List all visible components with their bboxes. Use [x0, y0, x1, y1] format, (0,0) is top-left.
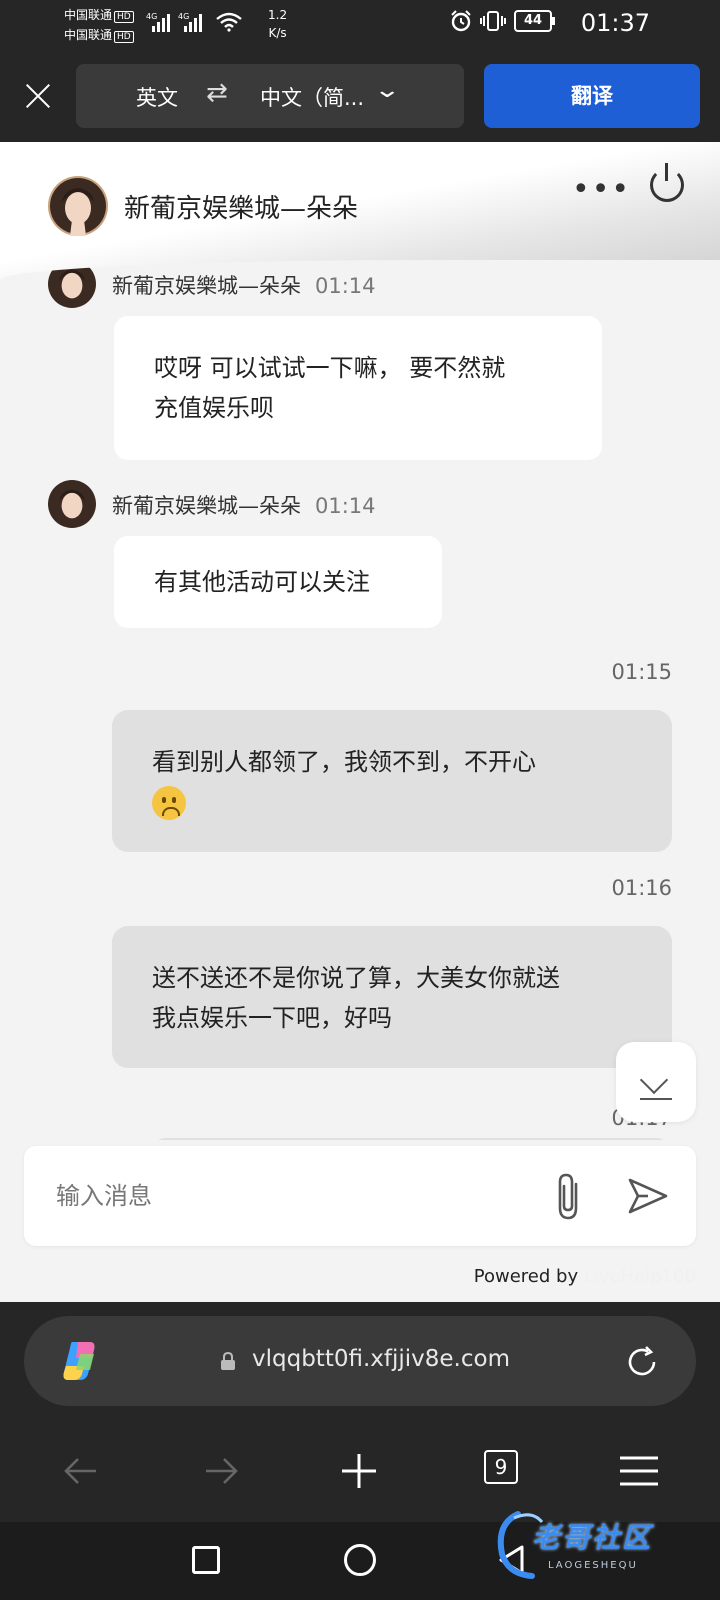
- message-line: 看到别人都领了，我领不到，不开心: [152, 748, 536, 776]
- powered-by-prefix: Powered by: [473, 1266, 579, 1287]
- net-speed-unit: K/s: [268, 26, 287, 40]
- translate-bar: 英文 ⇄ 中文（简... ⌄ 翻译: [0, 50, 720, 142]
- swap-languages-icon[interactable]: ⇄: [206, 78, 228, 108]
- net-speed: 1.2 K/s: [268, 6, 287, 42]
- language-selector[interactable]: 英文 ⇄ 中文（简... ⌄: [76, 64, 464, 128]
- reload-icon[interactable]: [624, 1344, 660, 1380]
- status-bar: 中国联通 HD 中国联通 HD 4G 4G 1.2 K/s 44 01:37: [0, 0, 720, 50]
- target-language[interactable]: 中文（简...: [260, 82, 364, 112]
- chevron-down-icon[interactable]: ⌄: [373, 78, 401, 103]
- menu-icon[interactable]: [614, 1446, 664, 1496]
- alarm-icon: [451, 10, 471, 32]
- message-line: 送不送还不是你说了算，大美女你就送: [152, 964, 560, 992]
- carrier-2-label: 中国联通: [64, 28, 113, 42]
- avatar: [48, 260, 96, 308]
- more-options-icon[interactable]: •••: [572, 172, 631, 207]
- signal-icon-2: 4G: [178, 12, 202, 32]
- message-line: 充值娱乐呗: [154, 394, 274, 422]
- send-icon[interactable]: [624, 1172, 672, 1220]
- message-time: 01:14: [315, 494, 376, 518]
- message-bubble-outgoing: [150, 1138, 672, 1140]
- powered-by-brand[interactable]: LiveHelp100: [584, 1266, 696, 1287]
- message-bubble-outgoing: 送不送还不是你说了算，大美女你就送 我点娱乐一下吧，好吗: [112, 926, 672, 1068]
- agent-avatar: [48, 176, 108, 236]
- sender-name: 新葡京娱樂城—朵朵: [112, 494, 301, 518]
- recent-apps-icon[interactable]: [192, 1546, 220, 1574]
- hd-badge-2: HD: [114, 31, 134, 43]
- message-line: 有其他活动可以关注: [154, 568, 370, 596]
- avatar: [48, 480, 96, 528]
- chat-title: 新葡京娱樂城—朵朵: [124, 194, 359, 224]
- home-icon[interactable]: [344, 1544, 376, 1576]
- hd-badge: HD: [114, 11, 134, 23]
- network-type-1: 4G: [146, 12, 158, 21]
- source-language[interactable]: 英文: [136, 82, 178, 112]
- paperclip-icon[interactable]: [548, 1170, 588, 1222]
- chat-messages[interactable]: 新葡京娱樂城—朵朵 01:14 哎呀 可以试试一下嘛， 要不然就 充值娱乐呗 新葡…: [0, 260, 720, 1140]
- status-time: 01:37: [580, 9, 650, 37]
- message-line: 哎呀 可以试试一下嘛， 要不然就: [154, 354, 506, 382]
- network-type-2: 4G: [178, 12, 190, 21]
- signal-icon: 4G: [146, 12, 170, 32]
- carrier-info: 中国联通 HD 中国联通 HD: [64, 5, 134, 45]
- sender-name: 新葡京娱樂城—朵朵: [112, 274, 301, 298]
- slightly-frowning-face-icon: [152, 786, 186, 820]
- url-text[interactable]: vlqqbtt0fi.xfjjiv8e.com: [252, 1346, 510, 1372]
- vibrate-icon: [480, 11, 506, 31]
- message-time: 01:16: [611, 876, 672, 900]
- message-bubble-incoming: 哎呀 可以试试一下嘛， 要不然就 充值娱乐呗: [114, 316, 602, 460]
- message-line: 我点娱乐一下吧，好吗: [152, 1004, 392, 1032]
- browser-toolbar: vlqqbtt0fi.xfjjiv8e.com 9: [0, 1302, 720, 1522]
- tabs-count-button[interactable]: 9: [484, 1450, 518, 1484]
- address-bar[interactable]: vlqqbtt0fi.xfjjiv8e.com: [24, 1316, 696, 1406]
- copilot-icon[interactable]: [58, 1338, 104, 1384]
- sender-line: 新葡京娱樂城—朵朵 01:14: [112, 270, 376, 300]
- forward-arrow-icon[interactable]: [196, 1446, 246, 1496]
- lock-icon: [221, 1352, 235, 1370]
- new-tab-plus-icon[interactable]: [334, 1446, 384, 1496]
- battery-icon: 44: [514, 10, 555, 32]
- message-time: 01:14: [315, 274, 376, 298]
- powered-by: Powered by LiveHelp100: [474, 1266, 696, 1287]
- net-speed-value: 1.2: [268, 8, 288, 22]
- back-arrow-icon[interactable]: [56, 1446, 106, 1496]
- status-icons: 44: [450, 10, 555, 32]
- sender-line: 新葡京娱樂城—朵朵 01:14: [112, 490, 376, 520]
- message-composer: [24, 1146, 696, 1246]
- watermark-text: 老哥社区: [532, 1521, 653, 1554]
- message-bubble-outgoing: 看到别人都领了，我领不到，不开心: [112, 710, 672, 852]
- close-icon[interactable]: [20, 78, 56, 114]
- signal-icons: 4G 4G: [146, 12, 242, 32]
- message-bubble-incoming: 有其他活动可以关注: [114, 536, 442, 628]
- power-icon[interactable]: [650, 163, 684, 202]
- message-input[interactable]: [56, 1174, 496, 1218]
- scroll-to-bottom-icon[interactable]: [616, 1042, 696, 1122]
- watermark-logo: 老哥社区 LAOGESHEQU: [488, 1504, 714, 1596]
- watermark-subtext: LAOGESHEQU: [548, 1560, 638, 1571]
- carrier-1-label: 中国联通: [64, 8, 113, 22]
- wifi-icon: [216, 12, 242, 32]
- message-time: 01:15: [611, 660, 672, 684]
- translate-button[interactable]: 翻译: [484, 64, 700, 128]
